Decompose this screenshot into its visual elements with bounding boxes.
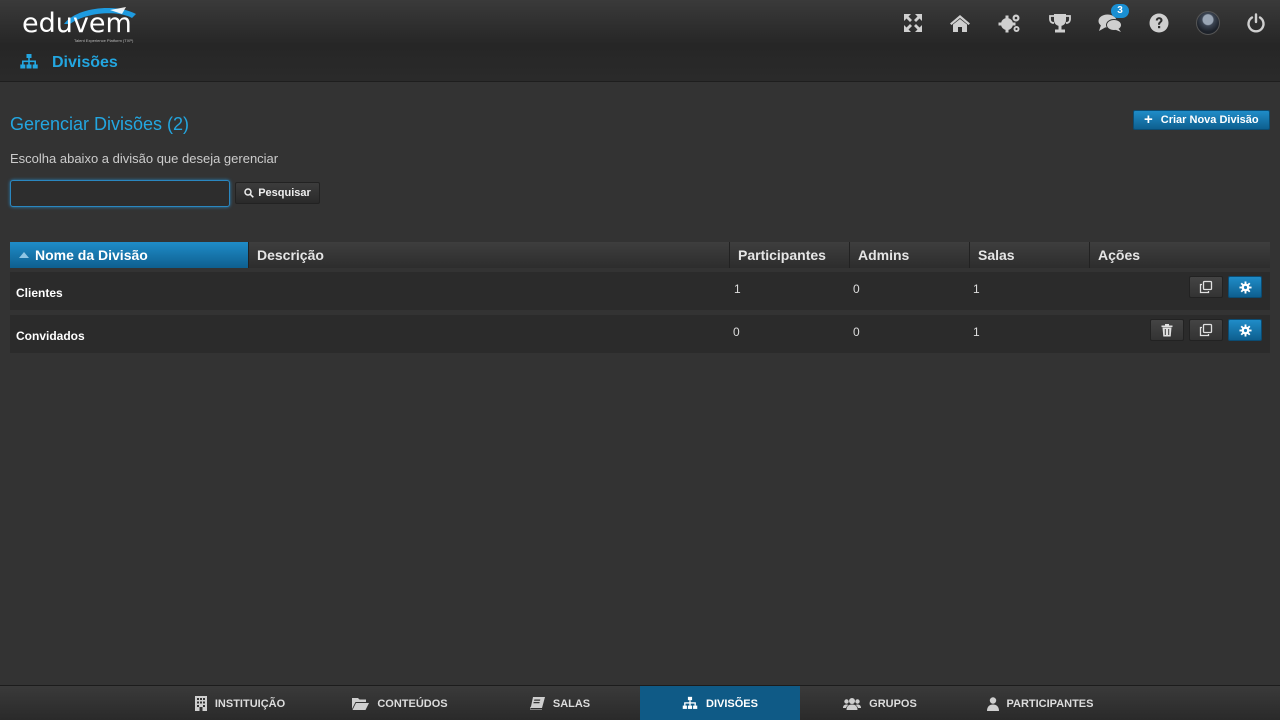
sort-asc-icon [19, 252, 29, 258]
search-input[interactable] [10, 180, 230, 207]
top-bar: eduvem Talent Experience Platform (TXP) [0, 0, 1280, 45]
power-icon[interactable] [1243, 10, 1269, 36]
settings-division-button[interactable] [1228, 319, 1262, 341]
sitemap-icon [20, 54, 38, 69]
nav-institution[interactable]: INSTITUIÇÃO [160, 686, 320, 720]
gears-icon[interactable] [997, 10, 1023, 36]
gear-icon [1238, 323, 1252, 337]
plus-icon: + [1144, 111, 1153, 128]
create-division-label: Criar Nova Divisão [1160, 114, 1259, 126]
nav-rooms[interactable]: SALAS [480, 686, 640, 720]
nav-participants[interactable]: PARTICIPANTES [960, 686, 1120, 720]
table-row[interactable]: Convidados 0 0 1 [10, 315, 1270, 353]
division-name: Clientes [16, 286, 63, 300]
delete-division-button[interactable] [1150, 319, 1184, 341]
copy-icon [1199, 280, 1213, 294]
page-subtitle: Escolha abaixo a divisão que deseja gere… [10, 151, 279, 166]
help-icon[interactable] [1146, 10, 1172, 36]
building-icon [194, 696, 207, 711]
search-button-label: Pesquisar [258, 187, 311, 199]
chat-icon[interactable]: 3 [1097, 4, 1129, 36]
division-admins: 0 [853, 325, 860, 339]
nav-contents[interactable]: CONTEÚDOS [320, 686, 480, 720]
copy-division-button[interactable] [1189, 276, 1223, 298]
create-division-button[interactable]: + Criar Nova Divisão [1133, 110, 1270, 130]
division-name: Convidados [16, 329, 85, 343]
search-button[interactable]: Pesquisar [235, 182, 320, 204]
fullscreen-icon[interactable] [900, 10, 926, 36]
folder-icon [352, 698, 370, 710]
gear-icon [1238, 280, 1252, 294]
logo-tagline: Talent Experience Platform (TXP) [74, 38, 134, 43]
column-header-description[interactable]: Descrição [249, 242, 730, 268]
nav-divisions[interactable]: DIVISÕES [640, 686, 800, 720]
copy-division-button[interactable] [1189, 319, 1223, 341]
logo-text: eduvem [22, 8, 132, 39]
trophy-icon[interactable] [1047, 10, 1073, 36]
user-avatar [1196, 11, 1220, 35]
division-rooms: 1 [973, 282, 980, 296]
column-header-admins[interactable]: Admins [850, 242, 970, 268]
nav-groups[interactable]: GRUPOS [800, 686, 960, 720]
section-title: Divisões [52, 54, 118, 71]
avatar[interactable] [1195, 10, 1221, 36]
column-header-rooms[interactable]: Salas [970, 242, 1090, 268]
user-icon [986, 696, 999, 711]
column-header-participants[interactable]: Participantes [730, 242, 850, 268]
copy-icon [1199, 323, 1213, 337]
sitemap-icon [682, 696, 698, 709]
chat-badge: 3 [1111, 4, 1129, 18]
division-participants: 1 [734, 282, 741, 296]
users-icon [843, 697, 862, 710]
home-icon[interactable] [947, 10, 973, 36]
section-header: Divisões [0, 45, 1280, 82]
divisions-table: Nome da Divisão Descrição Participantes … [10, 242, 1270, 353]
settings-division-button[interactable] [1228, 276, 1262, 298]
table-header: Nome da Divisão Descrição Participantes … [10, 242, 1270, 268]
division-rooms: 1 [973, 325, 980, 339]
eduvem-logo[interactable]: eduvem Talent Experience Platform (TXP) [20, 4, 140, 44]
search-icon [244, 188, 255, 198]
division-participants: 0 [733, 325, 740, 339]
bottom-nav: INSTITUIÇÃO CONTEÚDOS SALAS DIVISÕES GRU… [0, 685, 1280, 720]
trash-icon [1161, 323, 1173, 336]
table-row[interactable]: Clientes 1 0 1 [10, 272, 1270, 310]
book-icon [529, 697, 545, 710]
column-header-actions: Ações [1098, 247, 1141, 263]
division-admins: 0 [853, 282, 860, 296]
page-title: Gerenciar Divisões (2) [10, 114, 190, 134]
column-header-name[interactable]: Nome da Divisão [10, 242, 249, 268]
